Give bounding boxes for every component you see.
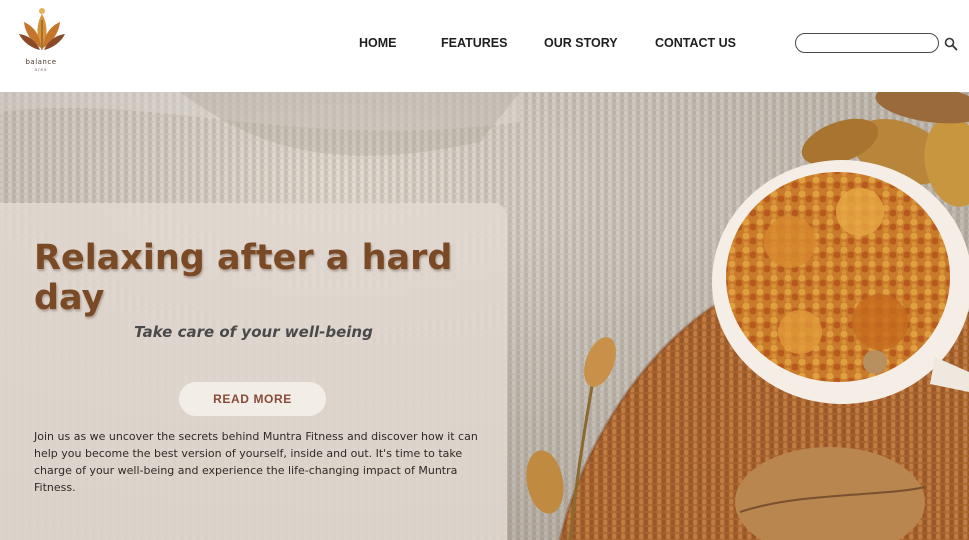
brand-tagline: area xyxy=(34,67,48,72)
nav-features[interactable]: FEATURES xyxy=(441,36,507,50)
brand-name: balance xyxy=(25,58,57,66)
hero-title: Relaxing after a hard day xyxy=(34,238,453,318)
lotus-leaf-icon xyxy=(19,8,65,50)
nav-home[interactable]: HOME xyxy=(359,36,397,50)
logo[interactable]: balance area xyxy=(15,6,71,72)
search-input[interactable] xyxy=(795,33,939,53)
nav-contact-us[interactable]: CONTACT US xyxy=(655,36,736,50)
search-icon[interactable] xyxy=(944,37,958,51)
read-more-button[interactable]: READ MORE xyxy=(179,382,326,416)
hero-body-text: Join us as we uncover the secrets behind… xyxy=(34,430,478,494)
nav-our-story[interactable]: OUR STORY xyxy=(544,36,618,50)
hero-subtitle: Take care of your well-being xyxy=(134,323,373,341)
site-header: balance area HOME FEATURES OUR STORY CON… xyxy=(0,0,969,86)
